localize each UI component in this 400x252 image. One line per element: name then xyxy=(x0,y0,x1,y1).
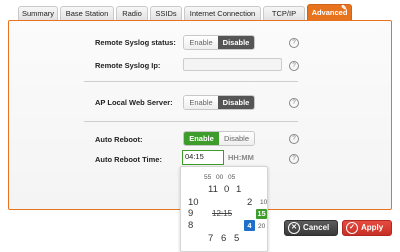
minute-option[interactable]: 40 xyxy=(181,223,182,230)
minute-option[interactable]: 05 xyxy=(228,174,235,181)
hour-option[interactable]: 8 xyxy=(188,220,193,231)
cancel-button[interactable]: ✕ Cancel xyxy=(284,220,338,236)
tab-base-station[interactable]: Base Station xyxy=(60,6,114,20)
web-server-help-icon[interactable]: ? xyxy=(289,98,299,108)
apply-button[interactable]: ✓ Apply xyxy=(342,220,392,236)
clock-center-time: 12:15 xyxy=(212,209,233,218)
web-server-label: AP Local Web Server: xyxy=(95,98,173,107)
hour-option[interactable]: 0 xyxy=(224,184,229,195)
web-server-disable-option[interactable]: Disable xyxy=(218,96,254,109)
syslog-enable-option[interactable]: Enable xyxy=(184,36,218,49)
hour-option[interactable]: 11 xyxy=(208,184,218,195)
syslog-status-label: Remote Syslog status: xyxy=(95,38,176,47)
minute-option[interactable]: 00 xyxy=(216,174,223,181)
auto-reboot-toggle: Enable Disable xyxy=(183,131,255,146)
syslog-ip-label: Remote Syslog Ip: xyxy=(95,61,161,70)
reboot-time-input[interactable]: 04:15 xyxy=(182,150,224,165)
hour-option[interactable]: 1 xyxy=(236,184,241,195)
auto-reboot-label: Auto Reboot: xyxy=(95,135,143,144)
close-icon: ✕ xyxy=(288,222,300,234)
tab-bar: Summary Base Station Radio SSIDs Interne… xyxy=(0,0,400,20)
syslog-disable-option[interactable]: Disable xyxy=(218,36,254,49)
syslog-ip-help-icon[interactable]: ? xyxy=(289,61,299,71)
syslog-status-toggle: Enable Disable xyxy=(183,35,255,50)
minute-option[interactable]: 20 xyxy=(258,223,265,230)
selected-minute[interactable]: 15 xyxy=(256,209,267,219)
tab-summary[interactable]: Summary xyxy=(18,6,58,20)
web-server-toggle: Enable Disable xyxy=(183,95,255,110)
time-format-hint: HH:MM xyxy=(228,153,254,162)
apply-button-label: Apply xyxy=(361,223,384,232)
section-divider xyxy=(84,121,298,122)
tab-ssids[interactable]: SSIDs xyxy=(150,6,182,20)
auto-reboot-help-icon[interactable]: ? xyxy=(289,134,299,144)
hour-option[interactable]: 7 xyxy=(208,233,213,244)
reboot-time-help-icon[interactable]: ? xyxy=(289,154,299,164)
time-picker-popup: 55 00 05 11 0 1 50 10 2 10 45 9 12:15 15… xyxy=(180,166,268,252)
section-divider xyxy=(84,81,298,82)
hour-option[interactable]: 2 xyxy=(247,197,252,208)
tab-advanced[interactable]: Advanced ✎ xyxy=(307,4,352,20)
hour-option[interactable]: 5 xyxy=(234,233,239,244)
minute-option[interactable]: 55 xyxy=(204,174,211,181)
tab-internet-connection[interactable]: Internet Connection xyxy=(184,6,261,20)
auto-reboot-disable-option[interactable]: Disable xyxy=(219,132,254,145)
hour-option[interactable]: 10 xyxy=(188,197,199,208)
web-server-enable-option[interactable]: Enable xyxy=(184,96,218,109)
hour-option[interactable]: 9 xyxy=(188,208,193,219)
reboot-time-label: Auto Reboot Time: xyxy=(95,155,162,164)
tab-radio[interactable]: Radio xyxy=(116,6,148,20)
tab-tcpip[interactable]: TCP/IP xyxy=(263,6,305,20)
minute-option[interactable]: 45 xyxy=(181,210,182,217)
minute-option[interactable]: 50 xyxy=(181,199,182,206)
syslog-status-help-icon[interactable]: ? xyxy=(289,38,299,48)
hour-option[interactable]: 6 xyxy=(221,233,226,244)
syslog-ip-input[interactable] xyxy=(183,58,282,71)
selected-hour[interactable]: 4 xyxy=(244,220,255,231)
cancel-button-label: Cancel xyxy=(303,223,330,232)
minute-option[interactable]: 10 xyxy=(260,199,267,206)
checkmark-icon: ✓ xyxy=(346,222,358,234)
auto-reboot-enable-option[interactable]: Enable xyxy=(184,132,219,145)
settings-icon: ✎ xyxy=(341,5,347,12)
